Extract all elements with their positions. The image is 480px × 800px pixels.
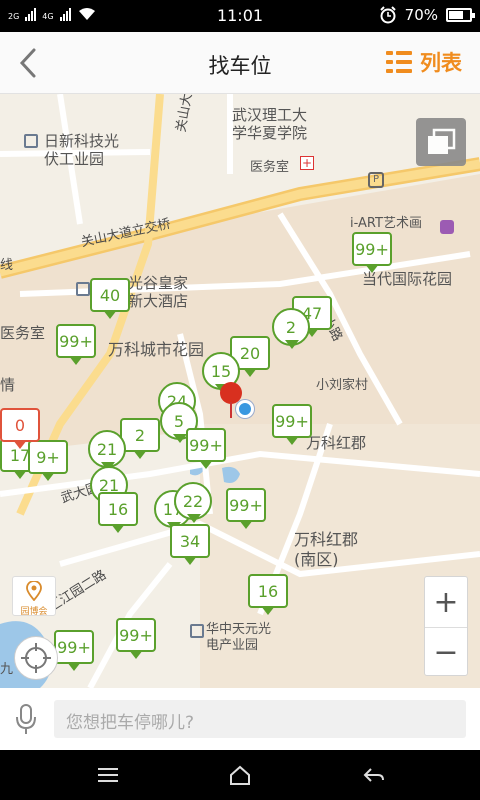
parking-count-marker[interactable]: 40 [90, 278, 130, 320]
parking-count-marker[interactable]: 34 [170, 524, 210, 566]
map-view[interactable]: 武汉理工大 学华夏学院 医务室 + 日新科技光 伏工业园 关山大道 关山大道立交… [0, 94, 480, 688]
poi-label: 园博会 [20, 607, 48, 617]
parking-count-marker[interactable]: 16 [98, 492, 138, 534]
map-label: i-ART艺术画 [350, 216, 422, 231]
marker-tail [133, 450, 147, 459]
marker-count-label: 99+ [352, 232, 392, 266]
search-bar: 您想把车停哪儿? [0, 688, 480, 750]
marker-tail [13, 470, 27, 479]
building-icon [76, 282, 90, 296]
marker-count-label: 99+ [226, 488, 266, 522]
map-layer-button[interactable] [416, 118, 466, 166]
layers-icon [428, 128, 456, 154]
marker-count-label: 0 [0, 408, 40, 442]
building-icon [24, 134, 38, 148]
marker-tail [111, 524, 125, 533]
destination-search-input[interactable]: 您想把车停哪儿? [54, 700, 466, 738]
parking-count-marker[interactable]: 99+ [226, 488, 266, 530]
map-label: 万科红郡 [306, 434, 367, 452]
marker-tail [183, 556, 197, 565]
map-label: (南区) [294, 550, 339, 569]
crosshair-icon [21, 643, 51, 673]
map-label: 情 [0, 376, 16, 394]
marker-tail [261, 606, 275, 615]
home-icon[interactable] [228, 764, 252, 786]
marker-count-label: 99+ [186, 428, 226, 462]
destination-pin-icon [220, 382, 242, 404]
location-marker-icon [26, 580, 42, 602]
marker-count-label: 99+ [54, 630, 94, 664]
marker-tail [103, 310, 117, 319]
marker-tail [129, 650, 143, 659]
map-label: 医务室 [0, 324, 46, 342]
marker-count-label: 40 [90, 278, 130, 312]
map-label: 万科城市花园 [108, 340, 205, 359]
marker-tail [285, 436, 299, 445]
building-icon [190, 624, 204, 638]
marker-tail [285, 340, 299, 349]
alarm-icon [379, 6, 396, 24]
marker-count-label: 16 [98, 492, 138, 526]
parking-count-marker[interactable]: 22 [174, 482, 214, 524]
parking-count-marker[interactable]: 99+ [352, 232, 392, 274]
marker-tail [41, 472, 55, 481]
list-view-button[interactable]: 列表 [386, 47, 462, 77]
zoom-in-button[interactable]: + [425, 577, 467, 627]
marker-tail [243, 368, 257, 377]
back-icon[interactable] [362, 764, 386, 786]
parking-count-marker[interactable]: 99+ [54, 630, 94, 672]
marker-count-label: 16 [248, 574, 288, 608]
parking-count-marker[interactable]: 99+ [272, 404, 312, 446]
parking-count-marker[interactable]: 99+ [56, 324, 96, 366]
marker-tail [365, 264, 379, 273]
map-label: 新大酒店 [128, 292, 189, 310]
map-label: 学华夏学院 [232, 124, 308, 142]
shop-icon [440, 220, 454, 234]
marker-tail [187, 514, 201, 523]
parking-count-marker[interactable]: 99+ [186, 428, 226, 470]
map-label: 伏工业园 [44, 150, 105, 168]
marker-tail [199, 460, 213, 469]
map-label: 电产业园 [206, 638, 259, 653]
list-icon [386, 51, 412, 73]
marker-tail [67, 662, 81, 671]
parking-count-marker[interactable]: 0 [0, 408, 40, 450]
marker-count-label: 99+ [56, 324, 96, 358]
locate-me-button[interactable] [14, 636, 58, 680]
parking-count-marker[interactable]: 2 [272, 308, 312, 350]
map-label: 医务室 [250, 160, 290, 175]
status-bar: 2G 4G 11:01 70% [0, 0, 480, 32]
parking-count-marker[interactable]: 16 [248, 574, 288, 616]
current-location-dot [236, 400, 254, 418]
road-label: 线 [0, 258, 14, 273]
map-label: 九 [0, 662, 14, 677]
marker-count-label: 99+ [272, 404, 312, 438]
battery-icon [446, 8, 475, 22]
battery-percent: 70% [404, 6, 438, 24]
marker-count-label: 99+ [116, 618, 156, 652]
top-nav-bar: 找车位 列表 [0, 32, 480, 94]
microphone-icon[interactable] [14, 703, 38, 737]
poi-toggle-button[interactable]: 园博会 [12, 576, 56, 617]
parking-icon: P [368, 172, 384, 188]
zoom-controls: + − [424, 576, 468, 676]
marker-tail [13, 440, 27, 449]
marker-tail [69, 356, 83, 365]
marker-tail [173, 434, 187, 443]
zoom-out-button[interactable]: − [425, 627, 467, 677]
hospital-icon: + [300, 156, 314, 170]
system-nav-bar [0, 750, 480, 800]
map-label: 小刘家村 [316, 378, 369, 393]
list-view-label: 列表 [420, 51, 462, 75]
parking-count-marker[interactable]: 99+ [116, 618, 156, 660]
menu-icon[interactable] [96, 764, 120, 786]
marker-tail [239, 520, 253, 529]
marker-count-label: 34 [170, 524, 210, 558]
destination-pin-stem [230, 402, 232, 418]
